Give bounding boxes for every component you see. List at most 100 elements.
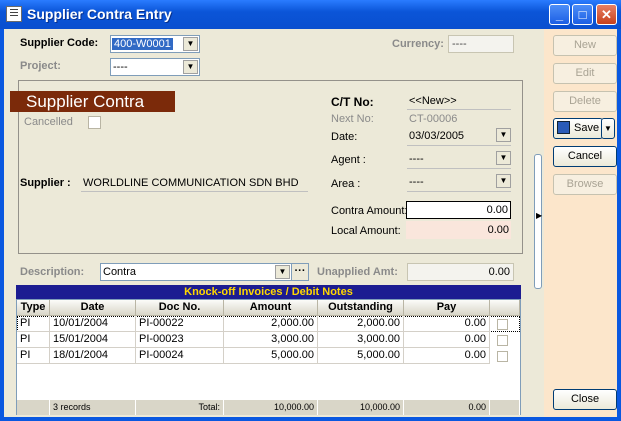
date-label: Date: bbox=[331, 131, 358, 143]
contra-amount-input[interactable]: 0.00 bbox=[406, 201, 511, 219]
supplier-underline bbox=[81, 191, 308, 192]
cancelled-checkbox[interactable] bbox=[88, 116, 101, 129]
column-header-doc-no[interactable]: Doc No. bbox=[136, 300, 224, 316]
footer-total-label: Total: bbox=[136, 400, 224, 415]
chevron-down-icon[interactable]: ▼ bbox=[496, 128, 511, 142]
cell-date: 15/01/2004 bbox=[50, 332, 136, 348]
title-bar[interactable]: Supplier Contra Entry _ □ ✕ bbox=[0, 0, 621, 29]
close-button[interactable]: Close bbox=[553, 389, 617, 410]
area-label: Area : bbox=[331, 178, 361, 190]
chevron-right-icon: ▶ bbox=[536, 211, 543, 220]
unapplied-field: 0.00 bbox=[407, 263, 514, 281]
delete-button[interactable]: Delete bbox=[553, 91, 617, 112]
close-window-button[interactable]: ✕ bbox=[596, 4, 617, 25]
description-combo[interactable]: Contra ▼ bbox=[100, 263, 292, 281]
maximize-button[interactable]: □ bbox=[572, 4, 593, 25]
description-label: Description: bbox=[20, 266, 85, 278]
supplier-code-value: 400-W0001 bbox=[112, 38, 173, 50]
chevron-down-icon[interactable]: ▼ bbox=[496, 174, 511, 188]
unapplied-value: 0.00 bbox=[488, 266, 510, 278]
save-button[interactable]: Save bbox=[553, 118, 603, 139]
supplier-code-combo[interactable]: 400-W0001 ▼ bbox=[110, 35, 200, 53]
column-header-pay[interactable]: Pay bbox=[404, 300, 490, 316]
project-value: ---- bbox=[113, 61, 128, 73]
cell-date: 18/01/2004 bbox=[50, 348, 136, 364]
form-banner: Supplier Contra bbox=[10, 91, 175, 112]
cell-doc-no: PI-00024 bbox=[136, 348, 224, 364]
chevron-down-icon[interactable]: ▼ bbox=[496, 151, 511, 165]
cell-amount: 3,000.00 bbox=[224, 332, 318, 348]
footer-spacer bbox=[490, 400, 520, 415]
contra-amount-label: Contra Amount: bbox=[331, 205, 408, 217]
column-header-outstanding[interactable]: Outstanding bbox=[318, 300, 404, 316]
document-icon bbox=[6, 6, 22, 22]
cell-outstanding: 5,000.00 bbox=[318, 348, 404, 364]
cell-amount: 2,000.00 bbox=[224, 316, 318, 332]
column-header-select bbox=[490, 300, 520, 316]
save-options-button[interactable]: ▼ bbox=[601, 118, 615, 139]
cell-pay[interactable]: 0.00 bbox=[404, 332, 490, 348]
date-underline bbox=[407, 145, 511, 146]
button-panel bbox=[544, 29, 617, 417]
supplier-label: Supplier : bbox=[20, 177, 71, 189]
area-underline bbox=[407, 191, 511, 192]
grid-title: Knock-off Invoices / Debit Notes bbox=[16, 285, 521, 299]
local-amount-label: Local Amount: bbox=[331, 225, 401, 237]
row-select-checkbox[interactable] bbox=[497, 335, 508, 346]
currency-label: Currency: bbox=[392, 38, 444, 50]
cancelled-label: Cancelled bbox=[24, 116, 73, 128]
project-combo[interactable]: ---- ▼ bbox=[110, 58, 200, 76]
column-header-type[interactable]: Type bbox=[17, 300, 50, 316]
currency-field: ---- bbox=[448, 35, 514, 53]
cell-amount: 5,000.00 bbox=[224, 348, 318, 364]
agent-underline bbox=[407, 168, 511, 169]
save-label: Save bbox=[574, 122, 600, 134]
chevron-down-icon[interactable]: ▼ bbox=[275, 265, 290, 279]
ct-no-value[interactable]: <<New>> bbox=[409, 95, 457, 107]
unapplied-label: Unapplied Amt: bbox=[317, 266, 398, 278]
cell-doc-no: PI-00022 bbox=[136, 316, 224, 332]
new-button[interactable]: New bbox=[553, 35, 617, 56]
cancel-button[interactable]: Cancel bbox=[553, 146, 617, 167]
client-area: Supplier Code: 400-W0001 ▼ Project: ----… bbox=[4, 29, 617, 417]
browse-button[interactable]: Browse bbox=[553, 174, 617, 195]
currency-value: ---- bbox=[452, 38, 467, 50]
area-value[interactable]: ---- bbox=[409, 176, 424, 188]
description-value: Contra bbox=[103, 266, 137, 278]
footer-pay-total: 0.00 bbox=[404, 400, 490, 415]
footer-records: 3 records bbox=[50, 400, 136, 415]
cell-type: PI bbox=[17, 332, 50, 348]
floppy-disk-icon bbox=[557, 121, 570, 134]
supplier-code-label: Supplier Code: bbox=[20, 37, 99, 49]
cell-outstanding: 2,000.00 bbox=[318, 316, 404, 332]
minimize-button[interactable]: _ bbox=[549, 4, 570, 25]
cell-type: PI bbox=[17, 316, 50, 332]
chevron-down-icon[interactable]: ▼ bbox=[183, 37, 198, 51]
cell-pay[interactable]: 0.00 bbox=[404, 348, 490, 364]
area-dropdown[interactable]: ▼ bbox=[493, 174, 511, 192]
local-amount-field: 0.00 bbox=[406, 221, 511, 239]
cell-type: PI bbox=[17, 348, 50, 364]
project-label: Project: bbox=[20, 60, 61, 72]
agent-dropdown[interactable]: ▼ bbox=[493, 151, 511, 169]
row-select-checkbox[interactable] bbox=[497, 351, 508, 362]
next-no-value: CT-00006 bbox=[409, 113, 458, 125]
column-header-date[interactable]: Date bbox=[50, 300, 136, 316]
date-value[interactable]: 03/03/2005 bbox=[409, 130, 464, 142]
chevron-down-icon[interactable]: ▼ bbox=[183, 60, 198, 74]
footer-amount-total: 10,000.00 bbox=[224, 400, 318, 415]
panel-splitter[interactable]: ▶ bbox=[534, 154, 542, 289]
description-more-button[interactable]: ··· bbox=[291, 263, 309, 281]
edit-button[interactable]: Edit bbox=[553, 63, 617, 84]
column-header-amount[interactable]: Amount bbox=[224, 300, 318, 316]
agent-value[interactable]: ---- bbox=[409, 153, 424, 165]
agent-label: Agent : bbox=[331, 154, 366, 166]
date-picker[interactable]: ▼ bbox=[493, 128, 511, 146]
next-no-label: Next No: bbox=[331, 113, 374, 125]
supplier-name: WORLDLINE COMMUNICATION SDN BHD bbox=[83, 177, 299, 189]
chevron-down-icon: ▼ bbox=[604, 124, 612, 133]
window-title: Supplier Contra Entry bbox=[27, 6, 172, 22]
row-select-checkbox[interactable] bbox=[497, 319, 508, 330]
footer-outstanding-total: 10,000.00 bbox=[318, 400, 404, 415]
cell-pay[interactable]: 0.00 bbox=[404, 316, 490, 332]
